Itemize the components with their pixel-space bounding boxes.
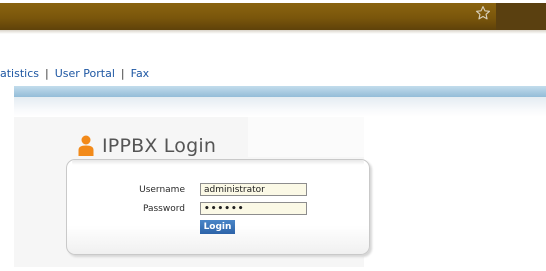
top-nav: atistics | User Portal | Fax — [0, 65, 149, 81]
nav-separator: | — [120, 66, 125, 80]
header-blue-bar — [14, 86, 546, 97]
page-title: IPPBX Login — [102, 135, 217, 157]
nav-user-portal-link[interactable]: User Portal — [55, 67, 115, 80]
bluebar-gap — [0, 86, 14, 97]
username-input[interactable] — [200, 183, 307, 196]
star-outline-icon[interactable] — [474, 4, 492, 22]
header-blue-bar-shadow — [14, 97, 546, 117]
password-input[interactable] — [200, 202, 307, 215]
login-title: IPPBX Login — [78, 133, 216, 159]
browser-toolbar — [0, 3, 546, 30]
nav-separator: | — [45, 66, 49, 80]
user-icon — [78, 135, 94, 156]
toolbar-right-area — [496, 3, 546, 30]
login-panel-highlight — [248, 117, 364, 157]
username-label: Username — [139, 185, 185, 195]
nav-statistics-link[interactable]: atistics — [0, 67, 39, 80]
toolbar-shadow — [0, 30, 546, 34]
login-form-box-header — [72, 160, 364, 165]
password-label: Password — [142, 204, 185, 214]
login-button[interactable]: Login — [200, 220, 235, 234]
nav-fax-link[interactable]: Fax — [131, 67, 150, 80]
